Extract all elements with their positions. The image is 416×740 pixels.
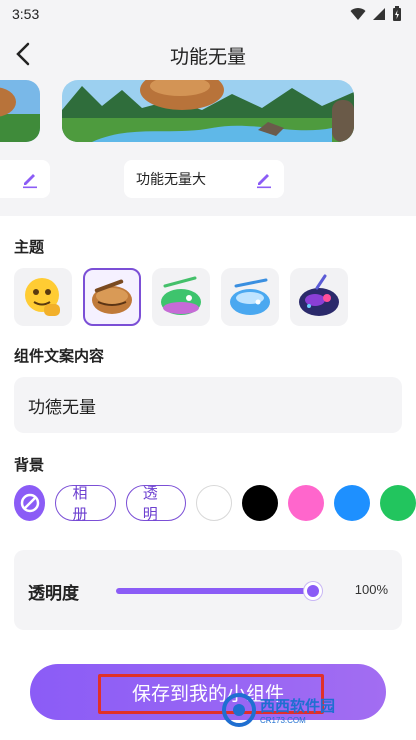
wifi-icon [350,8,366,20]
edit-pencil-icon[interactable] [254,169,274,189]
opacity-slider-thumb[interactable] [304,582,322,600]
watermark-logo-icon [222,693,256,727]
signal-icon [373,8,385,20]
no-background-button[interactable] [14,485,46,521]
theme-option-blue-fish[interactable] [221,268,279,326]
theme-selector [14,268,348,326]
album-background-button[interactable]: 相册 [55,484,116,523]
color-swatch-white[interactable] [195,485,232,521]
preview-thumbnail-current[interactable] [62,80,354,142]
background-section-label: 背景 [14,456,45,474]
wooden-fish-icon [92,279,132,314]
thumbs-up-emoji-icon [25,278,60,316]
preview-label-chip: 功能无量大 [124,160,284,198]
status-bar: 3:53 [0,0,416,28]
theme-option-green-fish[interactable] [152,268,210,326]
opacity-label: 透明度 [28,584,79,604]
watermark: 西西软件园 CR173.COM [222,690,335,730]
widget-text-input[interactable] [14,377,402,433]
status-icons [350,6,402,22]
battery-icon [393,6,401,21]
prohibited-icon [20,493,39,513]
widget-preview-carousel[interactable]: 功能无量大 [0,80,416,216]
green-wooden-fish-icon [161,276,201,315]
watermark-subtext: CR173.COM [260,716,306,725]
color-swatch-pink[interactable] [287,485,324,521]
transparent-background-button[interactable]: 透明 [125,484,186,523]
background-selector: 相册 透明 [14,484,416,523]
theme-option-galaxy-fish[interactable] [290,268,348,326]
edit-pencil-icon[interactable] [20,169,40,189]
opacity-slider-track[interactable] [116,588,318,594]
preview-label-text: 功能无量大 [136,172,206,188]
header: 功能无量 [0,28,416,80]
theme-option-wooden-fish[interactable] [83,268,141,326]
watermark-text: 西西软件园 [260,698,336,715]
preview-thumbnail-previous[interactable] [0,80,40,142]
theme-section-label: 主题 [14,238,45,256]
opacity-value: 100% [354,582,388,597]
color-swatch-black[interactable] [241,485,278,521]
color-swatch-green[interactable] [379,485,416,521]
watermark-text-group: 西西软件园 CR173.COM [260,695,335,725]
opacity-card: 透明度 100% [14,550,402,630]
page-title: 功能无量 [169,46,246,68]
blue-wooden-fish-icon [230,278,270,315]
preview-label-chip-previous [0,160,50,198]
galaxy-wooden-fish-icon [299,274,339,316]
text-section-label: 组件文案内容 [14,347,105,365]
color-swatch-blue[interactable] [333,485,370,521]
status-time: 3:53 [12,6,40,22]
theme-option-thumbs-up[interactable] [14,268,72,326]
